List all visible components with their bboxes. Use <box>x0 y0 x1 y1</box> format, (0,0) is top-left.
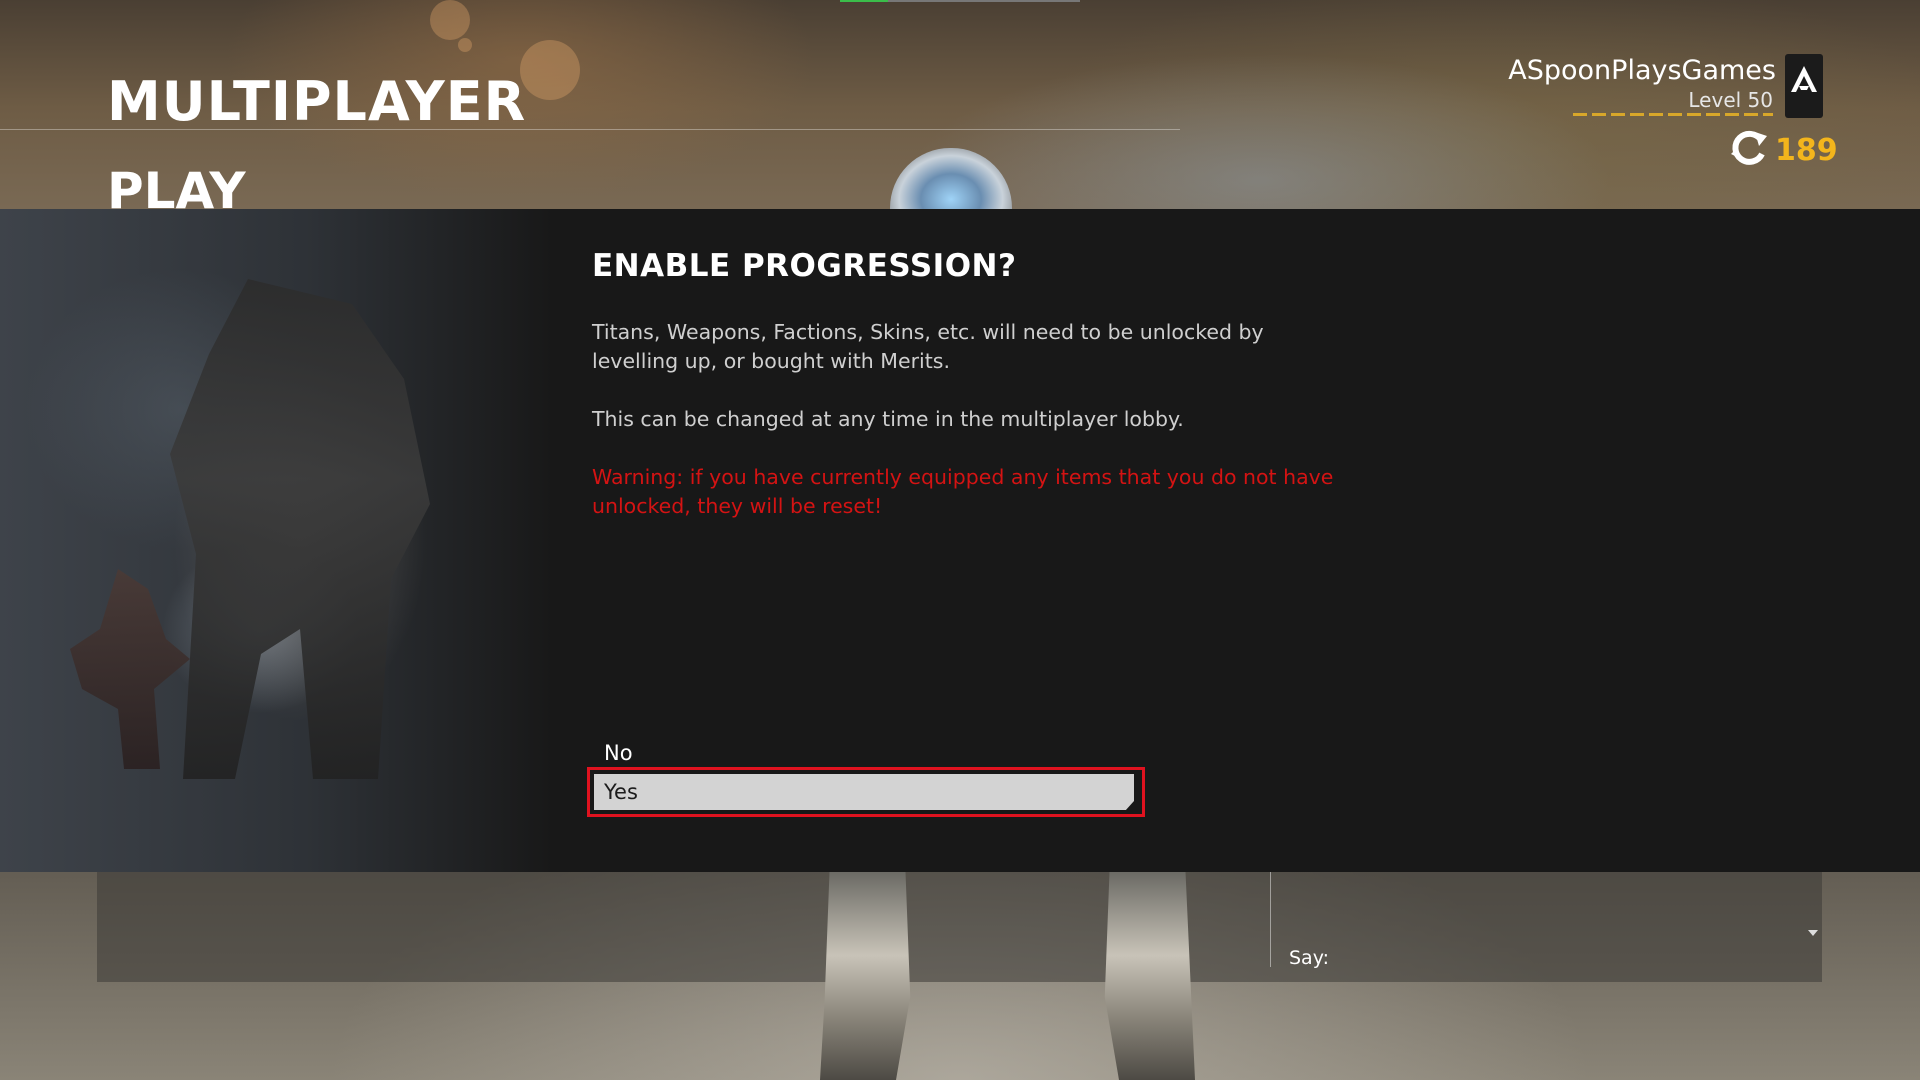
titan-artwork <box>170 279 430 779</box>
yes-option-label: Yes <box>604 780 638 804</box>
pilot-boots-background <box>800 872 1230 1080</box>
bokeh-light <box>458 38 472 52</box>
title-divider <box>0 129 1180 130</box>
xp-progress-bar <box>1573 113 1773 116</box>
dialog-body-text: Titans, Weapons, Factions, Skins, etc. w… <box>592 320 1264 373</box>
player-name: ASpoonPlaysGames <box>1508 55 1776 86</box>
merits-count: 189 <box>1775 132 1838 168</box>
player-level: Level 50 <box>1688 88 1773 112</box>
bokeh-light <box>430 0 470 40</box>
merits-counter: 189 <box>1727 130 1838 170</box>
section-title: PLAY <box>107 162 246 210</box>
pilot-artwork <box>70 569 190 769</box>
page-title: MULTIPLAYER <box>107 70 527 133</box>
yes-option-button[interactable]: Yes <box>594 774 1134 810</box>
loading-progress-bar <box>840 0 1080 2</box>
chat-divider <box>1270 872 1271 967</box>
pilot-helmet-background <box>890 148 1012 212</box>
dialog-title: ENABLE PROGRESSION? <box>592 248 1017 284</box>
merit-refresh-icon <box>1727 128 1771 172</box>
dialog-body: Titans, Weapons, Factions, Skins, etc. w… <box>592 318 1352 550</box>
dialog-warning-text: Warning: if you have currently equipped … <box>592 465 1334 518</box>
game-screen: MULTIPLAYER PLAY ASpoonPlaysGames Level … <box>0 0 1920 1080</box>
dialog-body-text: This can be changed at any time in the m… <box>592 407 1184 431</box>
no-option-button[interactable]: No <box>604 741 633 765</box>
chat-say-label[interactable]: Say: <box>1289 947 1329 969</box>
titanfall-a-logo-icon <box>1785 54 1823 118</box>
chevron-down-icon[interactable] <box>1808 930 1818 936</box>
dialog-artwork <box>0 209 555 872</box>
bokeh-light <box>520 40 580 100</box>
